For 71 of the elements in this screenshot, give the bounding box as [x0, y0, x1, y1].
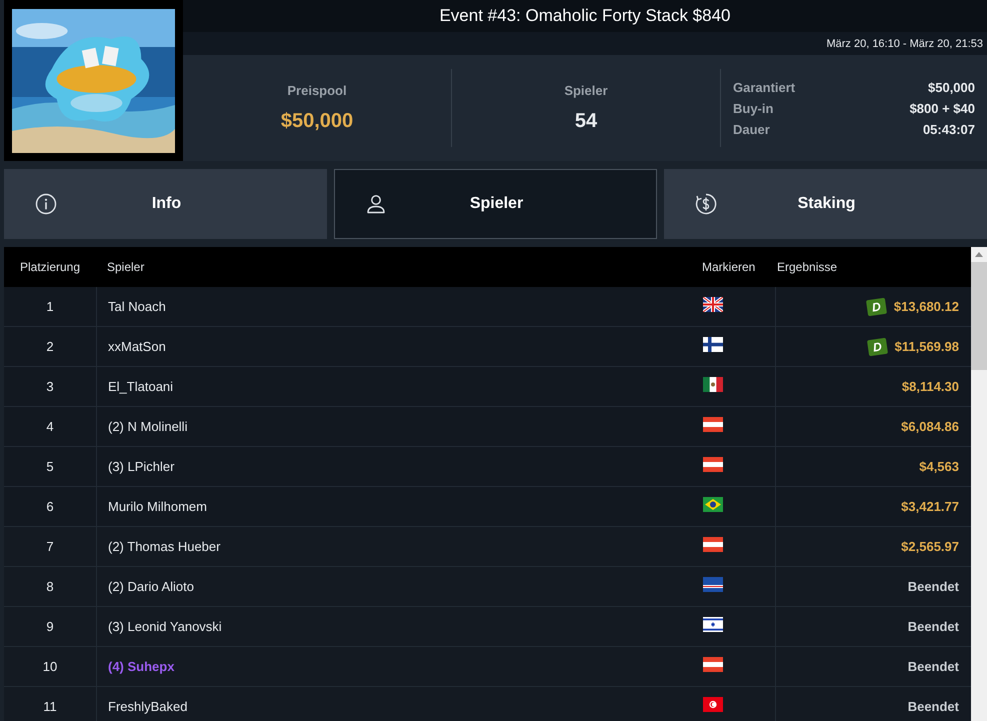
flag-icon — [703, 497, 723, 512]
detail-label: Dauer — [733, 122, 770, 136]
rank-cell: 1 — [46, 299, 54, 314]
player-name[interactable]: (4) Suhepx — [108, 659, 174, 674]
tab[interactable]: Spieler — [334, 169, 657, 239]
stat-value: 54 — [574, 110, 598, 133]
event-title: Event #43: Omaholic Forty Stack $840 — [439, 6, 731, 26]
deal-badge: D — [866, 297, 887, 316]
rank-cell: 11 — [43, 699, 57, 714]
column-header: Spieler — [106, 260, 146, 274]
flag-icon — [703, 337, 723, 352]
scrollbar[interactable] — [971, 247, 987, 721]
rank-cell: 4 — [46, 419, 54, 434]
scroll-up-icon[interactable] — [975, 252, 983, 257]
result-cell: $4,563 — [919, 459, 959, 474]
player-name[interactable]: (2) N Molinelli — [108, 419, 188, 434]
player-name[interactable]: (3) Leonid Yanovski — [108, 619, 222, 634]
player-name[interactable]: Tal Noach — [108, 299, 166, 314]
rank-cell: 10 — [42, 659, 58, 674]
detail-value: 05:43:07 — [922, 122, 975, 136]
player-name[interactable]: (2) Thomas Hueber — [108, 539, 220, 554]
result-cell: $11,569.98 — [894, 339, 959, 354]
flag-icon — [703, 377, 723, 392]
player-name[interactable]: (3) LPichler — [108, 459, 174, 474]
scrollbar-thumb[interactable] — [971, 262, 987, 370]
rank-cell: 8 — [46, 579, 54, 594]
stat-label: Spieler — [564, 83, 608, 98]
flag-icon — [703, 617, 723, 632]
result-cell: Beendet — [908, 579, 959, 594]
flag-icon — [703, 657, 723, 672]
rank-cell: 7 — [46, 539, 54, 554]
player-name[interactable]: xxMatSon — [108, 339, 166, 354]
event-dates: März 20, 16:10 - März 20, 21:53 — [826, 38, 983, 50]
player-name[interactable]: El_Tlatoani — [108, 379, 174, 394]
rank-cell: 9 — [46, 619, 54, 634]
result-cell: Beendet — [908, 619, 959, 634]
flag-icon — [703, 697, 723, 712]
user-icon — [365, 193, 387, 215]
column-header: Markieren — [701, 260, 756, 274]
detail-value: $800 + $40 — [910, 100, 975, 116]
result-cell: $6,084.86 — [901, 419, 959, 434]
dollar-circle-icon — [695, 193, 717, 215]
result-cell: $2,565.97 — [901, 539, 959, 554]
flag-icon — [703, 417, 723, 432]
rank-cell: 2 — [46, 339, 54, 354]
column-header: Ergebnisse — [776, 260, 838, 274]
result-cell: $8,114.30 — [902, 379, 959, 394]
detail-label: Buy-in — [733, 100, 774, 116]
detail-label: Garantiert — [733, 80, 796, 94]
info-icon — [35, 193, 57, 215]
detail-value: $50,000 — [928, 80, 975, 94]
player-name[interactable]: (2) Dario Alioto — [108, 579, 194, 594]
result-cell: $13,680.12 — [894, 299, 959, 314]
flag-icon — [703, 537, 723, 552]
player-name[interactable]: FreshlyBaked — [108, 699, 188, 714]
flag-icon — [703, 577, 723, 592]
rank-cell: 6 — [46, 499, 54, 514]
deal-badge: D — [866, 337, 888, 356]
flag-icon — [703, 457, 723, 472]
flag-icon — [703, 297, 723, 312]
column-header: Platzierung — [18, 260, 82, 274]
rank-cell: 5 — [46, 459, 54, 474]
result-cell: $3,421.77 — [901, 499, 959, 514]
result-cell: Beendet — [908, 659, 959, 674]
rank-cell: 3 — [46, 379, 54, 394]
result-cell: Beendet — [908, 699, 959, 714]
tab[interactable]: Staking — [664, 169, 987, 239]
player-name[interactable]: Murilo Milhomem — [108, 499, 207, 514]
tab[interactable]: Info — [4, 169, 327, 239]
stat-value: $50,000 — [280, 110, 354, 133]
stat-label: Preispool — [287, 83, 347, 98]
